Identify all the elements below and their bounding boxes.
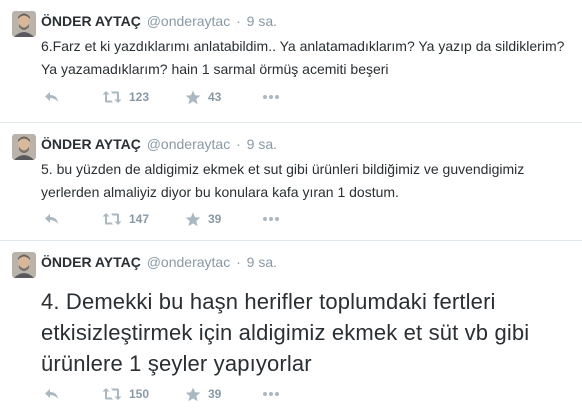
tweet-actions: 150 39 [40,384,560,404]
retweet-button[interactable]: 150 [102,384,149,404]
reply-icon [44,90,60,104]
favorite-count: 43 [208,90,222,104]
author-name[interactable]: ÖNDER AYTAÇ [41,136,141,152]
more-button[interactable] [262,384,280,404]
tweet-actions: 123 43 [40,87,560,107]
tweet-header: ÖNDER AYTAÇ @onderaytac · 9 sa. [41,13,277,29]
tweet-header: ÖNDER AYTAÇ @onderaytac · 9 sa. [41,136,277,152]
retweet-count: 147 [129,212,150,226]
tweet-item[interactable]: ÖNDER AYTAÇ @onderaytac · 9 sa. 4. Demek… [0,241,582,416]
separator: · [236,254,241,270]
reply-icon [44,387,60,401]
retweet-count: 123 [129,90,150,104]
tweet-text: 6.Farz et ki yazdıklarımı anlatabildim..… [41,38,565,77]
avatar[interactable] [12,11,36,37]
more-dots-icon [262,391,280,397]
reply-button[interactable] [44,209,60,229]
timestamp[interactable]: 9 sa. [247,13,277,29]
author-name[interactable]: ÖNDER AYTAÇ [41,254,141,270]
author-handle[interactable]: @onderaytac [147,13,230,29]
reply-icon [44,212,60,226]
more-dots-icon [262,94,280,100]
retweet-icon [102,387,122,401]
favorite-button[interactable]: 39 [185,384,221,404]
tweet-header: ÖNDER AYTAÇ @onderaytac · 9 sa. [41,254,277,270]
more-dots-icon [262,216,280,222]
timestamp[interactable]: 9 sa. [247,254,277,270]
favorite-count: 39 [208,212,222,226]
star-icon [185,387,201,402]
avatar[interactable] [12,252,36,278]
retweet-button[interactable]: 147 [102,209,149,229]
retweet-button[interactable]: 123 [102,87,149,107]
tweet-item[interactable]: ÖNDER AYTAÇ @onderaytac · 9 sa. 5. bu yü… [0,123,582,241]
author-handle[interactable]: @onderaytac [147,254,230,270]
author-handle[interactable]: @onderaytac [147,136,230,152]
more-button[interactable] [262,209,280,229]
retweet-icon [102,212,122,226]
avatar[interactable] [12,134,36,160]
star-icon [185,90,201,105]
tweet-item[interactable]: ÖNDER AYTAÇ @onderaytac · 9 sa. 6.Farz e… [0,0,582,123]
separator: · [236,136,241,152]
reply-button[interactable] [44,87,60,107]
more-button[interactable] [262,87,280,107]
tweet-text: 5. bu yüzden de aldigimiz ekmek et sut g… [41,161,525,200]
timestamp[interactable]: 9 sa. [247,136,277,152]
star-icon [185,212,201,227]
retweet-icon [102,90,122,104]
tweet-text: 4. Demekki bu haşn herifler toplumdaki f… [41,289,530,376]
tweet-actions: 147 39 [40,209,560,229]
favorite-count: 39 [208,387,222,401]
separator: · [236,13,241,29]
author-name[interactable]: ÖNDER AYTAÇ [41,13,141,29]
reply-button[interactable] [44,384,60,404]
retweet-count: 150 [129,387,150,401]
favorite-button[interactable]: 43 [185,87,221,107]
favorite-button[interactable]: 39 [185,209,221,229]
